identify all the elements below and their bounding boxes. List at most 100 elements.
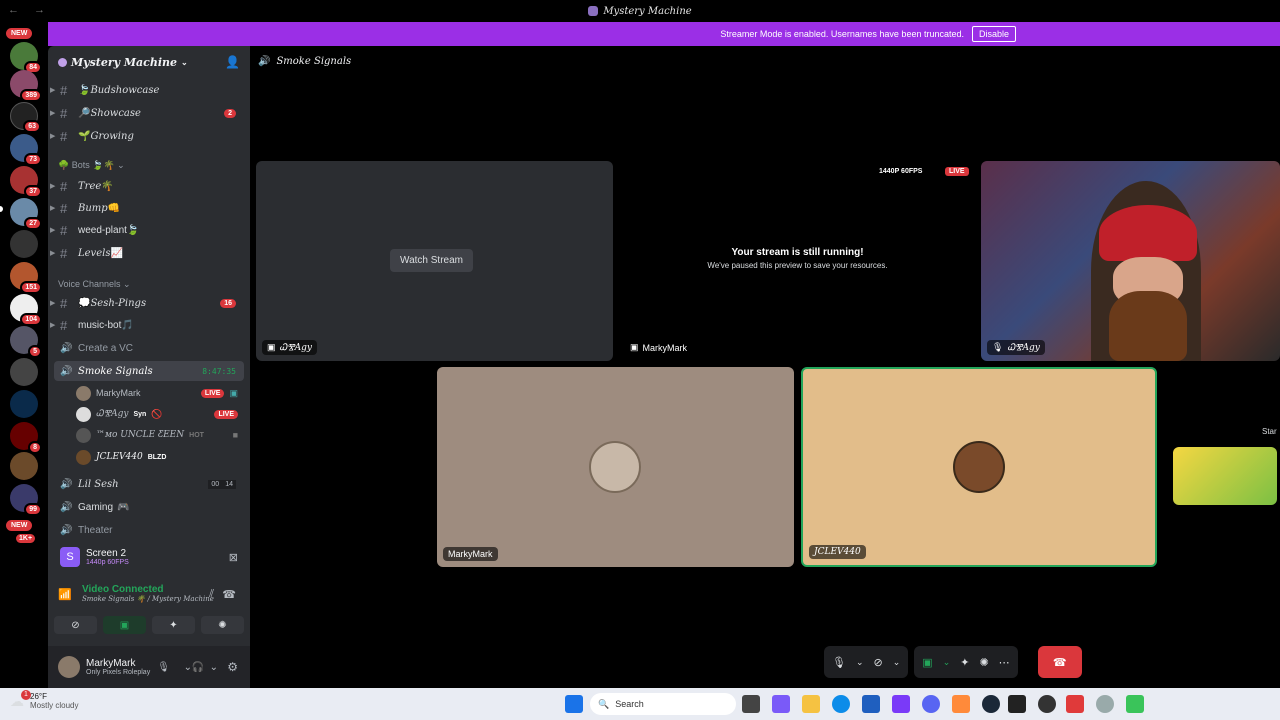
settings-icon[interactable]: [1096, 695, 1114, 713]
app-icon[interactable]: [1008, 695, 1026, 713]
server-icon[interactable]: [10, 390, 38, 418]
server-icon[interactable]: 27: [10, 198, 42, 230]
microphone-icon[interactable]: 🎙: [157, 662, 170, 673]
camera-off-icon[interactable]: ⊘: [874, 656, 883, 669]
server-icon[interactable]: 99: [10, 484, 42, 516]
stream-tile-paused[interactable]: 1440P 60FPS LIVE Your stream is still ru…: [619, 161, 976, 361]
app-icon[interactable]: [952, 695, 970, 713]
server-icon[interactable]: 73: [10, 134, 42, 166]
channel-sesh-pings[interactable]: ▶ # 💭 Sesh-Pings 16: [50, 293, 244, 313]
server-icon[interactable]: 151: [10, 262, 42, 294]
channel-music-bot[interactable]: ▶ # music-bot 🎵: [50, 315, 244, 335]
soundboard-icon[interactable]: ✺: [979, 656, 988, 669]
channel-name: Growing: [90, 130, 134, 142]
server-icon[interactable]: [10, 358, 38, 386]
headphones-icon[interactable]: 🎧: [192, 662, 204, 673]
server-logo-icon: [588, 6, 599, 16]
more-options-icon[interactable]: ⋯: [999, 656, 1010, 669]
voice-location[interactable]: Smoke Signals 🌴 / Mystery Machine: [82, 595, 214, 603]
app-icon[interactable]: [1126, 695, 1144, 713]
user-info[interactable]: MarkyMark Only Pixels Roleplay: [86, 658, 150, 676]
voice-user[interactable]: ™ᴍᴏ UNCLE ƸEEN HOT ■: [76, 425, 238, 445]
server-icon[interactable]: 84: [10, 42, 42, 74]
channel-tree[interactable]: ▶ # Tree 🌴: [50, 176, 244, 196]
voice-controls: ⊘ ▣ ✦ ✺: [54, 616, 244, 634]
soundboard-button[interactable]: ✺: [201, 616, 244, 634]
server-icon[interactable]: [10, 230, 38, 258]
app-icon[interactable]: [1066, 695, 1084, 713]
file-explorer-icon[interactable]: [802, 695, 820, 713]
settings-gear-icon[interactable]: ⚙: [227, 660, 238, 674]
server-icon[interactable]: [10, 452, 38, 480]
copilot-icon[interactable]: [772, 695, 790, 713]
watch-stream-button[interactable]: Watch Stream: [390, 249, 473, 272]
activities-button[interactable]: ✦: [152, 616, 195, 634]
activities-icon[interactable]: ✦: [960, 656, 969, 669]
participant-tile-speaking[interactable]: JCLEV440: [801, 367, 1157, 567]
chevron-down-icon[interactable]: ⌄: [210, 662, 218, 673]
chevron-down-icon[interactable]: ⌄: [893, 657, 901, 668]
share-screen-icon[interactable]: ▣: [922, 656, 932, 669]
taskbar-search[interactable]: 🔍 Search: [590, 693, 736, 715]
channel-showcase[interactable]: ▶ # 🔎 Showcase 2: [50, 103, 244, 123]
app-icon[interactable]: [892, 695, 910, 713]
server-icon[interactable]: 389: [10, 70, 42, 102]
voice-user[interactable]: ᏇⰊAgy Syn 🚫 LIVE: [76, 404, 238, 424]
activity-tile[interactable]: [1173, 447, 1277, 505]
camera-off-button[interactable]: ⊘: [54, 616, 97, 634]
channel-growing[interactable]: ▶ # 🌱 Growing: [50, 126, 244, 146]
microphone-icon[interactable]: 🎙: [832, 656, 846, 669]
voice-user[interactable]: MarkyMark LIVE ▣: [76, 383, 238, 403]
channel-lil-sesh[interactable]: 🔊 Lil Sesh 00 14: [54, 474, 244, 494]
caret-icon: ▶: [50, 133, 56, 140]
chevron-down-icon[interactable]: ⌄: [856, 657, 864, 668]
avatar[interactable]: [58, 656, 80, 678]
channel-bump[interactable]: ▶ # Bump 👊: [50, 198, 244, 218]
channel-smoke-signals[interactable]: 🔊 Smoke Signals 8:47:35: [54, 361, 244, 381]
windows-start-icon[interactable]: [565, 695, 583, 713]
server-icon[interactable]: 37: [10, 166, 42, 198]
channel-levels[interactable]: ▶ # Levels 📈: [50, 243, 244, 263]
stop-stream-icon[interactable]: ⊠: [229, 551, 238, 564]
steam-icon[interactable]: [982, 695, 1000, 713]
discord-icon[interactable]: [922, 695, 940, 713]
server-icon[interactable]: 8: [10, 422, 42, 454]
weather-widget[interactable]: ☁ 1 26°F Mostly cloudy: [10, 690, 78, 710]
disconnect-button[interactable]: ☎: [1037, 646, 1082, 678]
weather-temp: 26°F: [30, 692, 47, 701]
server-icon[interactable]: 104: [10, 294, 42, 326]
app-icon[interactable]: [1038, 695, 1056, 713]
store-icon[interactable]: [862, 695, 880, 713]
disable-streamer-mode-button[interactable]: Disable: [971, 26, 1016, 42]
category-bots[interactable]: 🌳 Bots 🍃🌴 ⌄: [58, 160, 125, 171]
noise-suppression-icon[interactable]: ⫽: [209, 588, 214, 601]
stream-tile-preview[interactable]: Watch Stream ▣ ᏇⰊAgy: [256, 161, 613, 361]
server-badge: 37: [24, 185, 42, 198]
channel-create-vc[interactable]: 🔊 Create a VC: [54, 338, 244, 358]
participant-tile[interactable]: MarkyMark: [437, 367, 794, 567]
screen-share-title: Screen 2: [86, 548, 127, 559]
server-icon[interactable]: 63: [10, 102, 41, 133]
server-badge: 5: [28, 345, 42, 358]
channel-gaming[interactable]: 🔊 Gaming 🎮: [54, 497, 244, 517]
server-badge: 389: [20, 89, 42, 102]
channel-budshowcase[interactable]: ▶ # 🍃 Budshowcase: [50, 80, 244, 100]
nav-arrows[interactable]: ← →: [8, 4, 51, 16]
voice-user[interactable]: JCLEV440 BLZD: [76, 447, 238, 467]
user-count-current: 00: [208, 479, 223, 489]
hash-icon: #: [60, 178, 68, 194]
channel-theater[interactable]: 🔊 Theater: [54, 520, 244, 540]
category-voice-channels[interactable]: Voice Channels ⌄: [58, 279, 131, 290]
server-icon[interactable]: 5: [10, 326, 42, 358]
chevron-down-icon[interactable]: ⌄: [943, 657, 951, 668]
task-view-icon[interactable]: [742, 695, 760, 713]
server-badge: 8: [28, 441, 42, 454]
guild-header[interactable]: Mystery Machine ⌄ 👤: [48, 46, 250, 78]
chevron-down-icon: ⌄: [181, 57, 188, 67]
disconnect-icon[interactable]: ☎: [222, 588, 236, 601]
webcam-tile[interactable]: 🎙 ᏇⰊAgy: [981, 161, 1280, 361]
add-member-icon[interactable]: 👤: [225, 55, 240, 69]
edge-icon[interactable]: [832, 695, 850, 713]
channel-weed-plant[interactable]: ▶ # weed-plant 🍃: [50, 220, 244, 240]
share-screen-button[interactable]: ▣: [103, 616, 146, 634]
